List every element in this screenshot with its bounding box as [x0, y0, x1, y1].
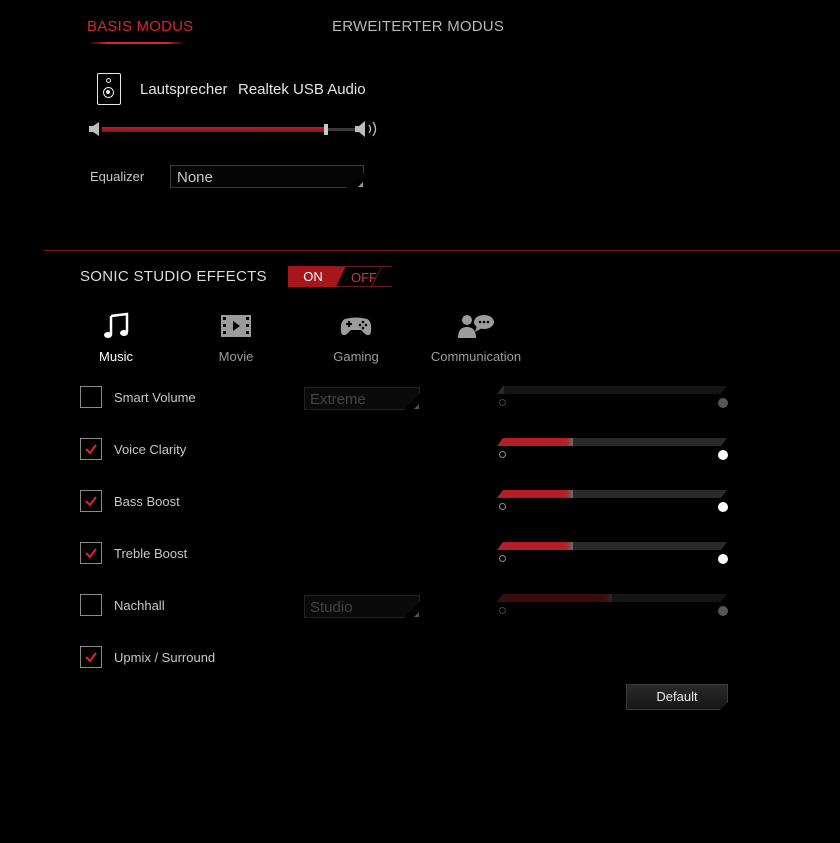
slider-max-dot[interactable] [718, 450, 728, 460]
effects-toggle[interactable]: ON OFF [288, 266, 393, 288]
device-type-label: Lautsprecher [140, 81, 228, 98]
volume-slider[interactable] [102, 127, 362, 132]
mode-tab-communication[interactable]: Communication [426, 312, 526, 364]
slider-max-dot[interactable] [718, 554, 728, 564]
chat-user-icon [458, 315, 494, 338]
slider-min-dot [499, 607, 506, 614]
volume-slider-thumb[interactable] [324, 124, 328, 135]
device-name[interactable]: Realtek USB Audio [238, 81, 366, 98]
tab-basic-mode[interactable]: BASIS MODUS [87, 18, 193, 35]
effect-slider-voice-clarity[interactable] [497, 438, 727, 446]
gamepad-icon [340, 317, 372, 336]
mode-tab-movie[interactable]: Movie [206, 312, 266, 364]
mode-tab-music[interactable]: Music [86, 312, 146, 364]
preset-select-nachhall[interactable]: Studio [304, 595, 420, 618]
checkmark-icon [85, 652, 97, 663]
sonic-studio-title: SONIC STUDIO EFFECTS [80, 268, 267, 285]
music-note-icon [104, 312, 129, 338]
effect-slider-nachhall[interactable] [497, 594, 727, 602]
preset-value: Extreme [310, 391, 366, 408]
equalizer-dropdown-icon [358, 182, 363, 187]
mode-tab-gaming[interactable]: Gaming [326, 312, 386, 364]
tab-advanced-mode[interactable]: ERWEITERTER MODUS [332, 18, 504, 35]
preset-dropdown-icon [414, 404, 419, 409]
checkbox-smart-volume[interactable] [80, 386, 102, 408]
preset-select-smart-volume[interactable]: Extreme [304, 387, 420, 410]
slider-max-dot[interactable] [718, 398, 728, 408]
active-tab-underline [88, 42, 186, 44]
effect-label-upmix-surround: Upmix / Surround [114, 650, 216, 665]
checkbox-nachhall[interactable] [80, 594, 102, 616]
volume-mute-icon[interactable] [88, 121, 102, 137]
effect-slider-bass-boost[interactable] [497, 490, 727, 498]
checkmark-icon [85, 496, 97, 507]
effect-label-nachhall: Nachhall [114, 598, 165, 613]
mode-label-communication: Communication [430, 349, 522, 364]
slider-min-dot [499, 555, 506, 562]
slider-min-dot [499, 451, 506, 458]
effect-slider-smart-volume[interactable] [497, 386, 727, 394]
mode-label-gaming: Gaming [333, 349, 379, 364]
equalizer-select[interactable]: None [170, 165, 364, 188]
effect-label-bass-boost: Bass Boost [114, 494, 180, 509]
effect-label-smart-volume: Smart Volume [114, 390, 196, 405]
slider-max-dot[interactable] [718, 502, 728, 512]
slider-max-dot[interactable] [718, 606, 728, 616]
checkbox-voice-clarity[interactable] [80, 438, 102, 460]
default-button[interactable]: Default [626, 684, 728, 710]
equalizer-label: Equalizer [90, 169, 145, 184]
section-divider [44, 250, 840, 251]
slider-min-dot [499, 399, 506, 406]
volume-slider-fill [102, 127, 326, 132]
speaker-icon [97, 73, 121, 105]
preset-dropdown-icon [414, 612, 419, 617]
film-icon [221, 315, 251, 337]
mode-label-movie: Movie [218, 349, 254, 364]
slider-min-dot [499, 503, 506, 510]
checkbox-bass-boost[interactable] [80, 490, 102, 512]
checkbox-treble-boost[interactable] [80, 542, 102, 564]
equalizer-value: None [177, 169, 213, 186]
effect-label-voice-clarity: Voice Clarity [114, 442, 187, 457]
effect-label-treble-boost: Treble Boost [114, 546, 188, 561]
preset-value: Studio [310, 599, 353, 616]
checkbox-upmix-surround[interactable] [80, 646, 102, 668]
volume-max-icon[interactable] [354, 120, 382, 138]
checkmark-icon [85, 548, 97, 559]
effect-slider-treble-boost[interactable] [497, 542, 727, 550]
mode-label-music: Music [99, 349, 133, 364]
toggle-off-button[interactable]: OFF [336, 266, 393, 288]
checkmark-icon [85, 444, 97, 455]
